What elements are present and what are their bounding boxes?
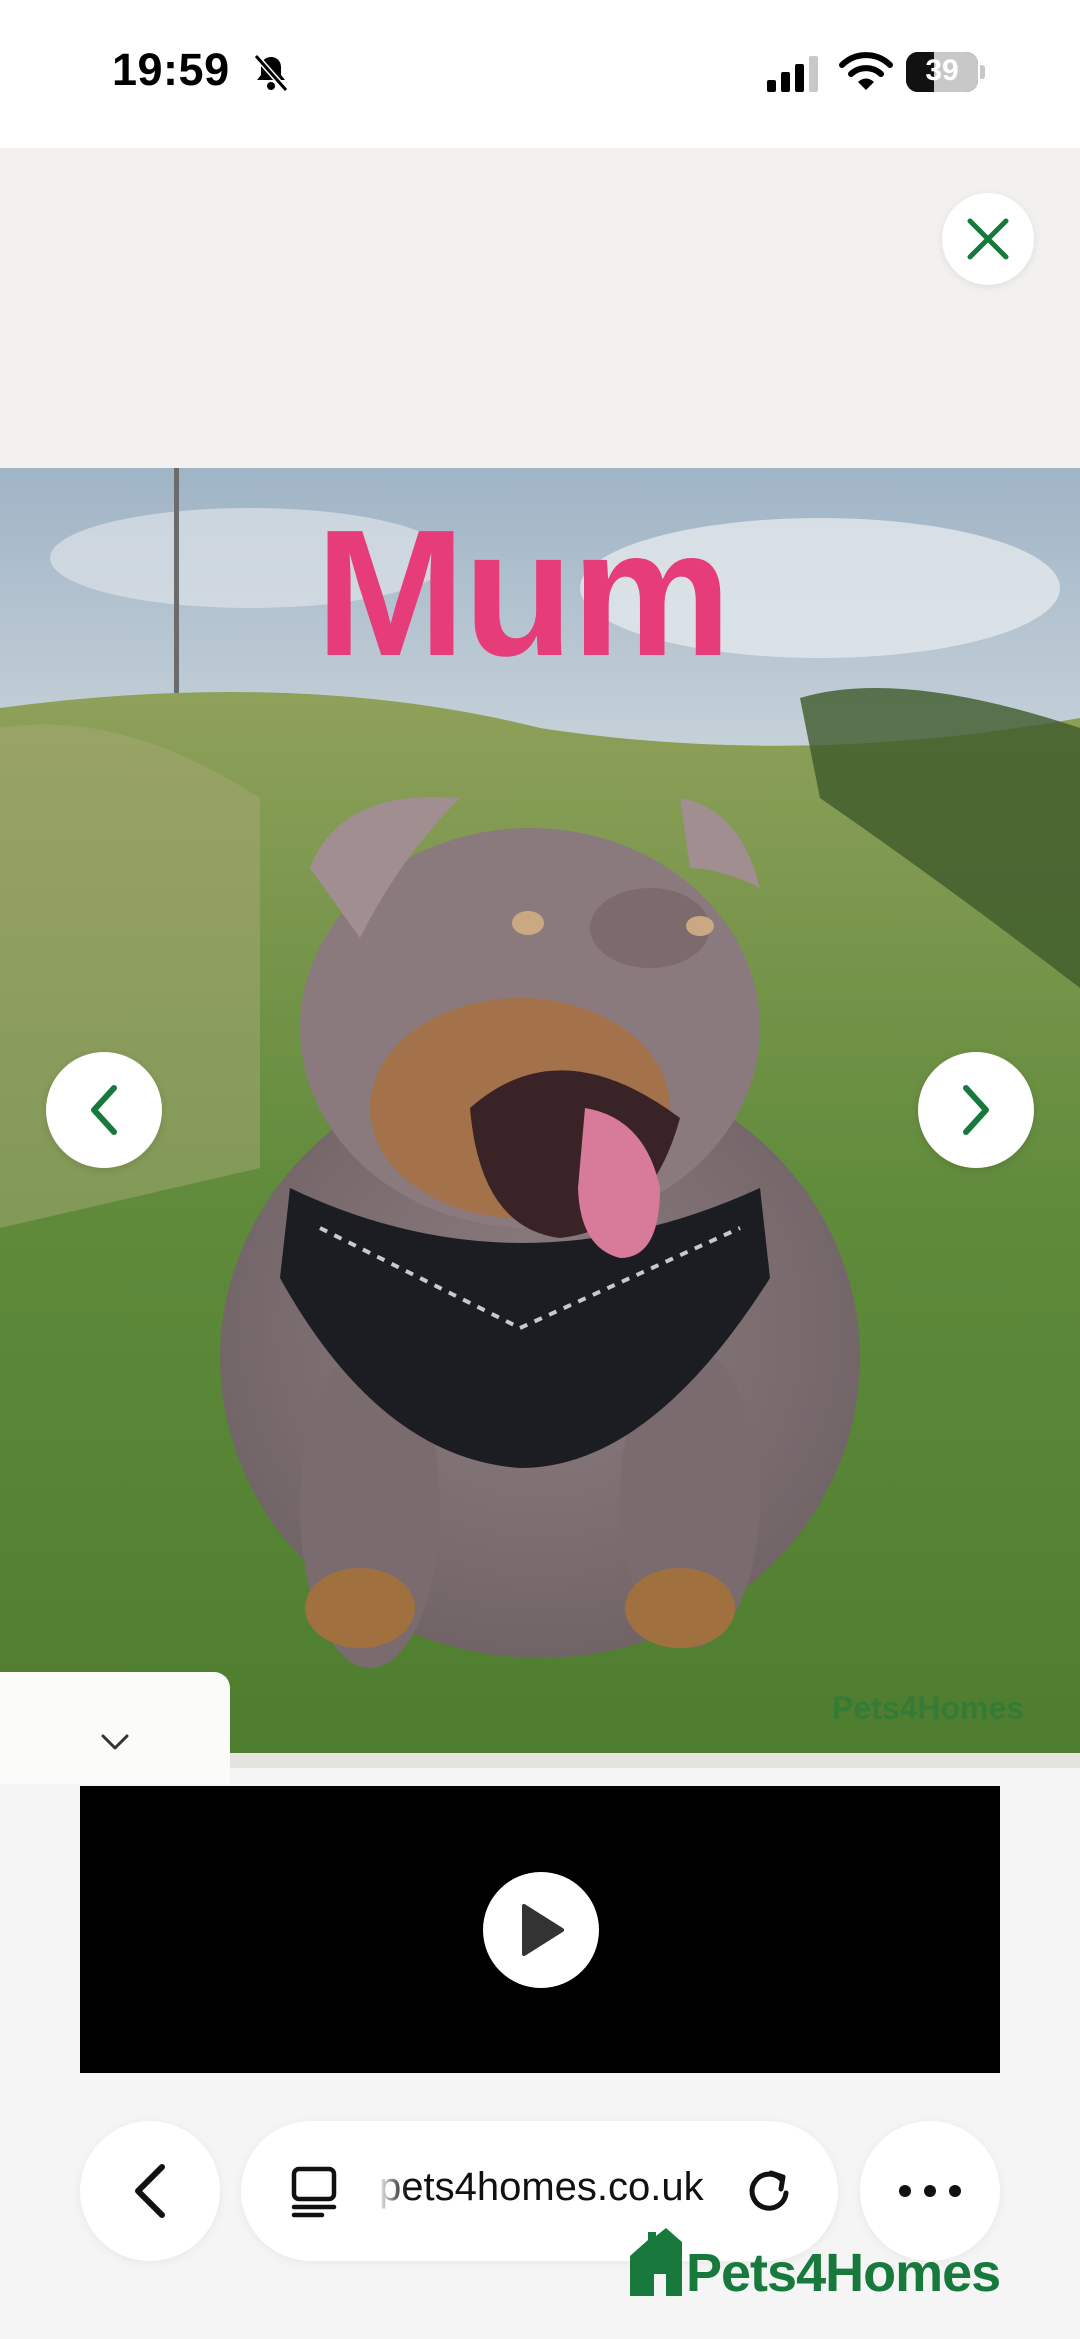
more-icon xyxy=(899,2185,961,2197)
battery-indicator: 39 xyxy=(906,52,986,92)
brand-name: Pets4Homes xyxy=(686,2243,1001,2303)
photo-caption: Mum xyxy=(315,493,732,694)
chevron-left-icon xyxy=(91,1085,117,1135)
battery-percent: 39 xyxy=(925,54,959,87)
page: 19:59 39 Mum Pets4Homes pets4homes.co.uk… xyxy=(0,0,1080,2339)
status-time: 19:59 xyxy=(112,44,230,95)
play-icon xyxy=(522,1904,564,1956)
next-photo-button[interactable] xyxy=(918,1052,1034,1168)
close-icon xyxy=(967,218,1009,260)
play-button[interactable] xyxy=(483,1872,599,1988)
house-logo-icon xyxy=(630,2228,682,2296)
bell-slash-icon xyxy=(253,54,289,92)
status-bar: 19:59 39 xyxy=(0,0,1080,148)
divider xyxy=(230,1753,1080,1768)
chevron-down-icon xyxy=(101,1734,129,1750)
signal-icon xyxy=(767,56,818,92)
collapse-panel-button[interactable] xyxy=(0,1672,230,1784)
photo-watermark: Pets4Homes xyxy=(832,1690,1025,1726)
reload-icon[interactable] xyxy=(741,2163,797,2219)
chevron-left-icon xyxy=(135,2164,165,2218)
chevron-right-icon xyxy=(963,1085,989,1135)
close-button[interactable] xyxy=(942,193,1034,285)
video-player[interactable] xyxy=(80,1786,1000,2073)
brand-logo: Pets4Homes xyxy=(626,2226,1026,2306)
tabs-icon[interactable] xyxy=(286,2163,342,2219)
wifi-icon xyxy=(839,52,893,90)
browser-back-button[interactable] xyxy=(80,2121,220,2261)
previous-photo-button[interactable] xyxy=(46,1052,162,1168)
url-text[interactable]: pets4homes.co.uk xyxy=(379,2165,709,2210)
